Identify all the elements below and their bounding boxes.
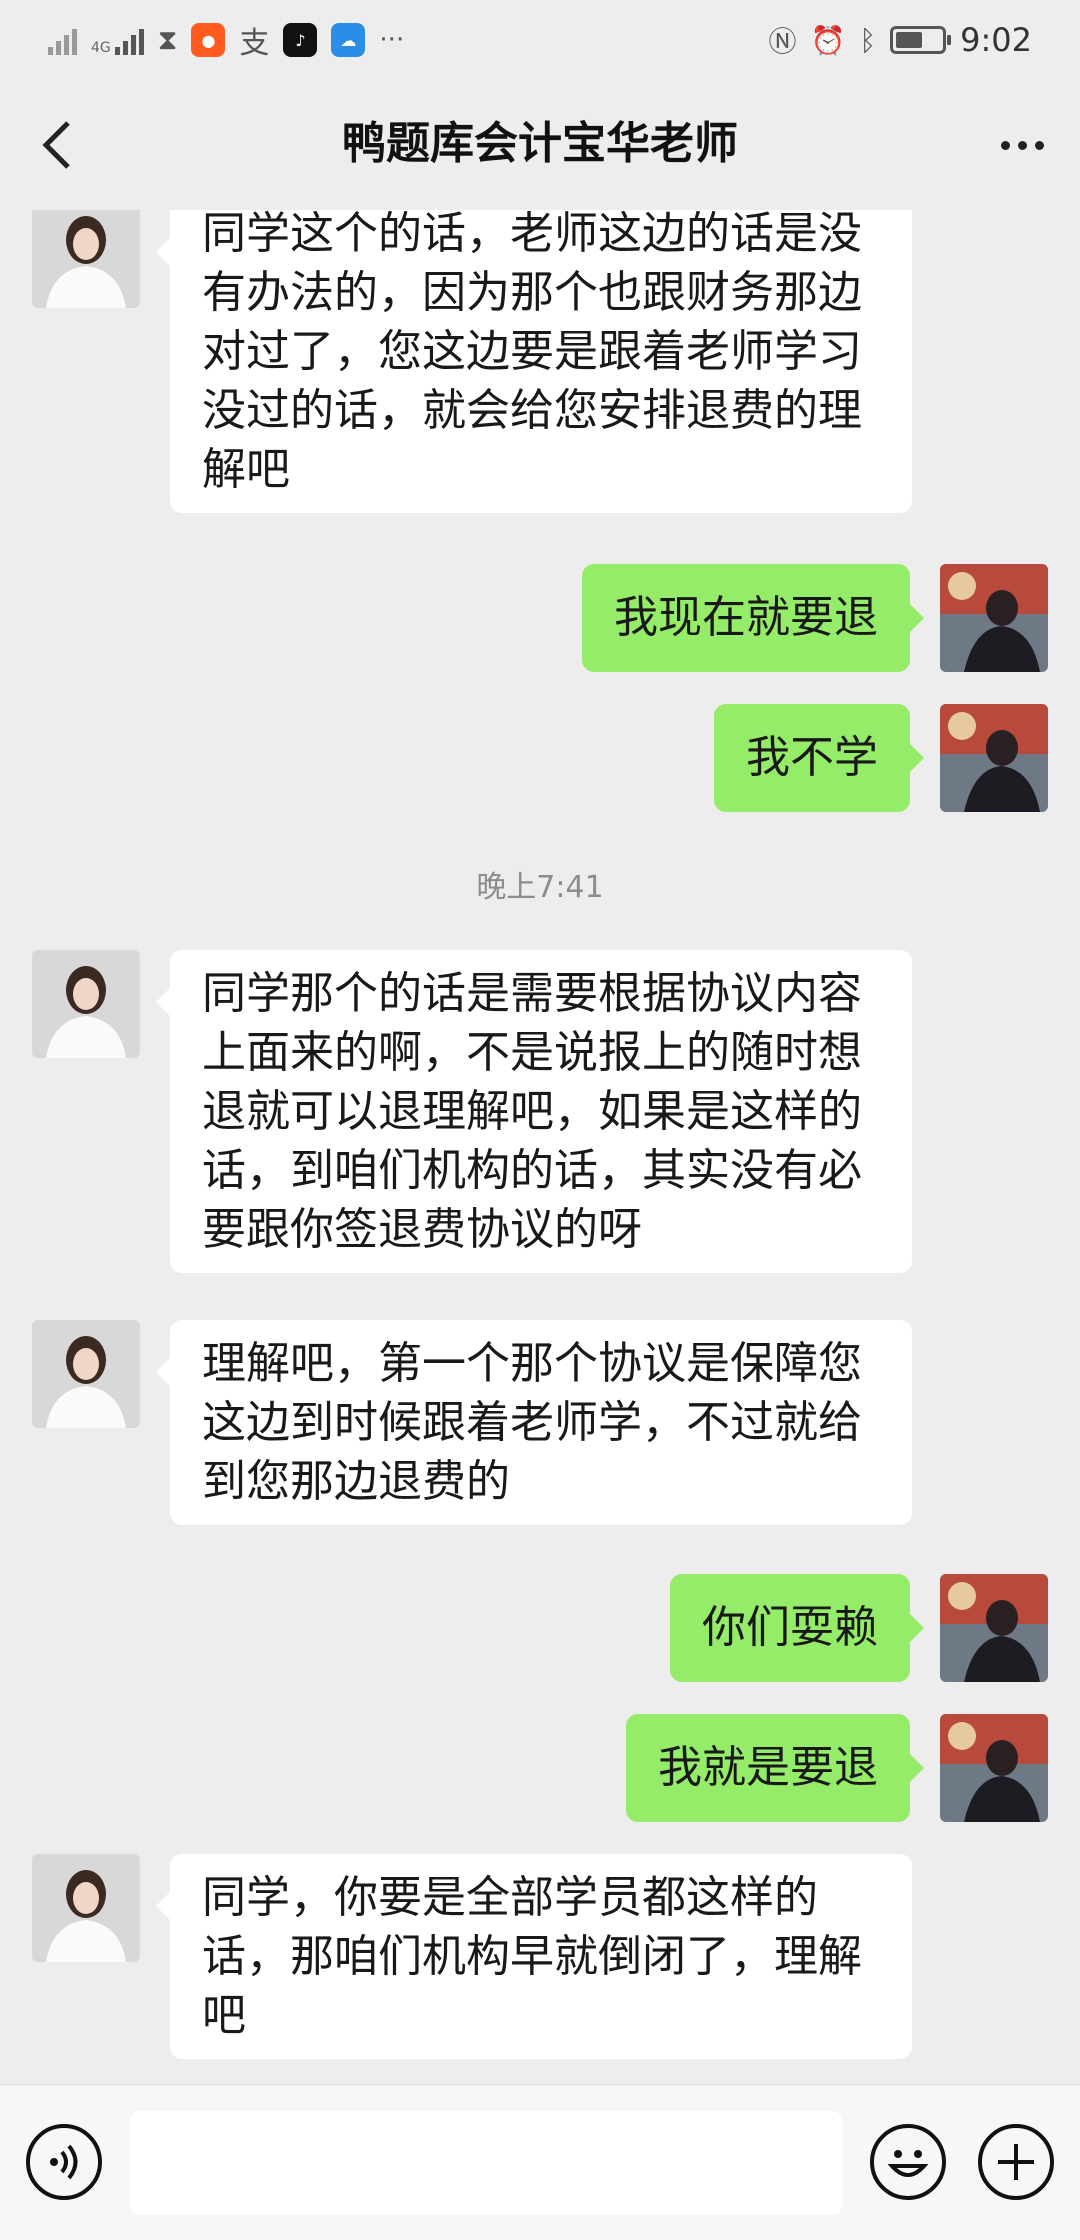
signal-4g-icon: 4G <box>91 25 144 55</box>
message-bubble[interactable]: 同学这个的话，老师这边的话是没有办法的，因为那个也跟财务那边对过了，您这边要是跟… <box>156 210 912 513</box>
status-bar: 4G ⧗ ● 支 ♪ ☁ ··· Ⓝ ⏰ ᛒ 9:02 <box>0 0 1080 80</box>
teacher-avatar[interactable] <box>32 210 140 308</box>
my-avatar[interactable] <box>940 564 1048 672</box>
more-notifications-icon: ··· <box>379 25 405 55</box>
message-text: 你们耍赖 <box>702 1602 878 1653</box>
voice-input-icon <box>50 2144 78 2180</box>
input-bar <box>0 2084 1080 2240</box>
back-button[interactable] <box>26 113 90 177</box>
message-bubble[interactable]: 理解吧，第一个那个协议是保障您这边到时候跟着老师学，不过就给到您那边退费的 <box>156 1320 912 1525</box>
message-bubble[interactable]: 你们耍赖 <box>670 1574 924 1682</box>
weather-app-icon: ☁ <box>331 23 366 57</box>
message-text: 我现在就要退 <box>614 592 878 643</box>
teacher-avatar[interactable] <box>32 1854 140 1962</box>
emoji-button[interactable] <box>870 2124 946 2200</box>
signal-icon <box>48 25 77 55</box>
battery-icon <box>890 26 952 54</box>
bluetooth-icon: ᛒ <box>859 23 877 57</box>
hourglass-icon: ⧗ <box>157 23 178 56</box>
my-avatar[interactable] <box>940 1574 1048 1682</box>
message-bubble[interactable]: 同学那个的话是需要根据协议内容上面来的啊，不是说报上的随时想退就可以退理解吧，如… <box>156 950 912 1273</box>
voice-button[interactable] <box>26 2124 102 2200</box>
message-input[interactable] <box>130 2111 842 2215</box>
message-bubble[interactable]: 我就是要退 <box>626 1714 924 1822</box>
message-text: 我就是要退 <box>658 1742 878 1793</box>
message-text: 我不学 <box>746 732 878 783</box>
chat-title: 鸭题库会计宝华老师 <box>342 118 738 169</box>
chevron-left-icon <box>42 121 70 169</box>
taobao-app-icon: ● <box>191 23 226 57</box>
nfc-icon: Ⓝ <box>768 25 797 58</box>
message-text: 同学这个的话，老师这边的话是没有办法的，因为那个也跟财务那边对过了，您这边要是跟… <box>202 210 862 495</box>
my-avatar[interactable] <box>940 704 1048 812</box>
message-text: 同学那个的话是需要根据协议内容上面来的啊，不是说报上的随时想退就可以退理解吧，如… <box>202 968 862 1255</box>
tiktok-icon: ♪ <box>283 23 318 57</box>
more-button[interactable] <box>990 113 1054 177</box>
plus-button[interactable] <box>978 2124 1054 2200</box>
message-bubble[interactable]: 我现在就要退 <box>582 564 924 672</box>
clock: 9:02 <box>960 21 1032 59</box>
plus-icon <box>998 2144 1034 2180</box>
more-dots-icon <box>1000 140 1010 150</box>
my-avatar[interactable] <box>940 1714 1048 1822</box>
alarm-icon: ⏰ <box>810 23 846 57</box>
message-text: 同学，你要是全部学员都这样的话，那咱们机构早就倒闭了，理解吧 <box>202 1872 862 2041</box>
emoji-icon <box>887 2150 929 2177</box>
message-timestamp: 晚上7:41 <box>476 870 604 905</box>
message-list[interactable]: 同学这个的话，老师这边的话是没有办法的，因为那个也跟财务那边对过了，您这边要是跟… <box>0 210 1080 2084</box>
teacher-avatar[interactable] <box>32 950 140 1058</box>
message-text: 理解吧，第一个那个协议是保障您这边到时候跟着老师学，不过就给到您那边退费的 <box>202 1338 862 1507</box>
chat-header: 鸭题库会计宝华老师 <box>0 80 1080 210</box>
message-bubble[interactable]: 我不学 <box>714 704 924 812</box>
alipay-icon: 支 <box>239 26 270 61</box>
teacher-avatar[interactable] <box>32 1320 140 1428</box>
message-bubble[interactable]: 同学，你要是全部学员都这样的话，那咱们机构早就倒闭了，理解吧 <box>156 1854 912 2059</box>
